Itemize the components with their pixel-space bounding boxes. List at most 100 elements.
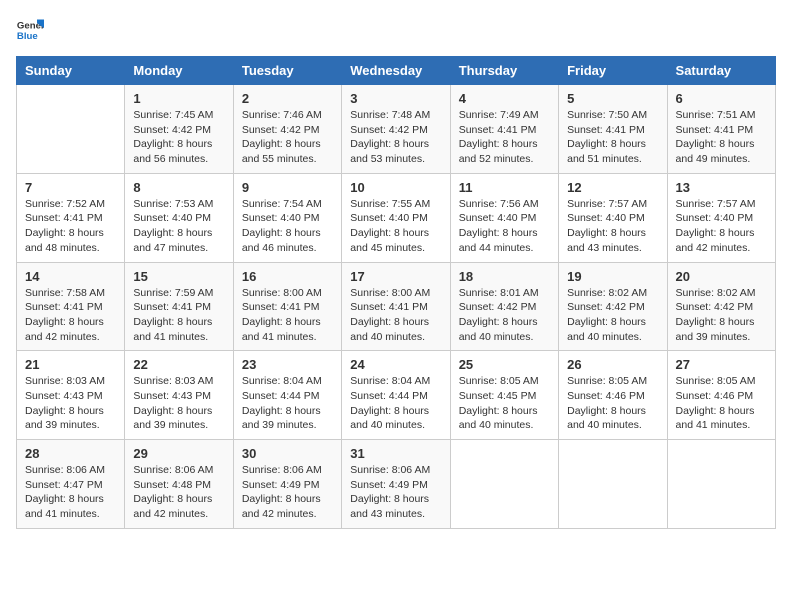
calendar-cell: 12 Sunrise: 7:57 AMSunset: 4:40 PMDayligh… [559,173,667,262]
calendar-cell: 30 Sunrise: 8:06 AMSunset: 4:49 PMDayligh… [233,440,341,529]
cell-info: Sunrise: 7:52 AMSunset: 4:41 PMDaylight:… [25,197,116,256]
day-number: 26 [567,357,658,372]
cell-info: Sunrise: 7:58 AMSunset: 4:41 PMDaylight:… [25,286,116,345]
calendar-cell: 8 Sunrise: 7:53 AMSunset: 4:40 PMDaylight… [125,173,233,262]
col-header-friday: Friday [559,57,667,85]
day-number: 23 [242,357,333,372]
cell-info: Sunrise: 8:03 AMSunset: 4:43 PMDaylight:… [25,374,116,433]
cell-info: Sunrise: 8:06 AMSunset: 4:49 PMDaylight:… [242,463,333,522]
cell-info: Sunrise: 8:01 AMSunset: 4:42 PMDaylight:… [459,286,550,345]
col-header-saturday: Saturday [667,57,775,85]
calendar-cell: 6 Sunrise: 7:51 AMSunset: 4:41 PMDaylight… [667,85,775,174]
col-header-thursday: Thursday [450,57,558,85]
cell-info: Sunrise: 8:03 AMSunset: 4:43 PMDaylight:… [133,374,224,433]
day-number: 17 [350,269,441,284]
cell-info: Sunrise: 7:54 AMSunset: 4:40 PMDaylight:… [242,197,333,256]
cell-info: Sunrise: 8:00 AMSunset: 4:41 PMDaylight:… [242,286,333,345]
cell-info: Sunrise: 7:53 AMSunset: 4:40 PMDaylight:… [133,197,224,256]
col-header-sunday: Sunday [17,57,125,85]
logo-icon: General Blue [16,16,44,44]
day-number: 18 [459,269,550,284]
cell-info: Sunrise: 7:57 AMSunset: 4:40 PMDaylight:… [567,197,658,256]
day-number: 28 [25,446,116,461]
day-number: 12 [567,180,658,195]
day-number: 8 [133,180,224,195]
calendar-cell: 18 Sunrise: 8:01 AMSunset: 4:42 PMDayligh… [450,262,558,351]
cell-info: Sunrise: 7:55 AMSunset: 4:40 PMDaylight:… [350,197,441,256]
day-number: 25 [459,357,550,372]
calendar-cell [450,440,558,529]
cell-info: Sunrise: 8:05 AMSunset: 4:46 PMDaylight:… [567,374,658,433]
cell-info: Sunrise: 8:04 AMSunset: 4:44 PMDaylight:… [242,374,333,433]
day-number: 15 [133,269,224,284]
calendar-week-5: 28 Sunrise: 8:06 AMSunset: 4:47 PMDayligh… [17,440,776,529]
day-number: 4 [459,91,550,106]
calendar-cell: 1 Sunrise: 7:45 AMSunset: 4:42 PMDaylight… [125,85,233,174]
day-number: 30 [242,446,333,461]
calendar-cell: 22 Sunrise: 8:03 AMSunset: 4:43 PMDayligh… [125,351,233,440]
day-number: 7 [25,180,116,195]
col-header-monday: Monday [125,57,233,85]
calendar-cell: 5Sunrise: 7:50 AMSunset: 4:41 PMDaylight… [559,85,667,174]
calendar-cell: 27Sunrise: 8:05 AMSunset: 4:46 PMDayligh… [667,351,775,440]
calendar-cell: 28 Sunrise: 8:06 AMSunset: 4:47 PMDayligh… [17,440,125,529]
calendar-cell: 14 Sunrise: 7:58 AMSunset: 4:41 PMDayligh… [17,262,125,351]
calendar-cell: 3Sunrise: 7:48 AMSunset: 4:42 PMDaylight… [342,85,450,174]
calendar-cell: 24 Sunrise: 8:04 AMSunset: 4:44 PMDayligh… [342,351,450,440]
calendar-cell: 21 Sunrise: 8:03 AMSunset: 4:43 PMDayligh… [17,351,125,440]
calendar-cell: 16Sunrise: 8:00 AMSunset: 4:41 PMDayligh… [233,262,341,351]
cell-info: Sunrise: 8:02 AMSunset: 4:42 PMDaylight:… [676,286,767,345]
calendar-cell: 10 Sunrise: 7:55 AMSunset: 4:40 PMDayligh… [342,173,450,262]
day-number: 31 [350,446,441,461]
day-number: 1 [133,91,224,106]
calendar-cell: 7 Sunrise: 7:52 AMSunset: 4:41 PMDaylight… [17,173,125,262]
col-header-tuesday: Tuesday [233,57,341,85]
cell-info: Sunrise: 7:46 AMSunset: 4:42 PMDaylight:… [242,108,333,167]
cell-info: Sunrise: 8:06 AMSunset: 4:48 PMDaylight:… [133,463,224,522]
calendar-cell: 25Sunrise: 8:05 AMSunset: 4:45 PMDayligh… [450,351,558,440]
calendar-cell: 19 Sunrise: 8:02 AMSunset: 4:42 PMDayligh… [559,262,667,351]
calendar-cell: 2 Sunrise: 7:46 AMSunset: 4:42 PMDaylight… [233,85,341,174]
cell-info: Sunrise: 7:45 AMSunset: 4:42 PMDaylight:… [133,108,224,167]
cell-info: Sunrise: 7:48 AMSunset: 4:42 PMDaylight:… [350,108,441,167]
calendar-week-4: 21 Sunrise: 8:03 AMSunset: 4:43 PMDayligh… [17,351,776,440]
calendar-cell: 11 Sunrise: 7:56 AMSunset: 4:40 PMDayligh… [450,173,558,262]
cell-info: Sunrise: 7:56 AMSunset: 4:40 PMDaylight:… [459,197,550,256]
day-number: 10 [350,180,441,195]
day-number: 22 [133,357,224,372]
day-number: 13 [676,180,767,195]
day-number: 20 [676,269,767,284]
cell-info: Sunrise: 8:00 AMSunset: 4:41 PMDaylight:… [350,286,441,345]
calendar-cell: 26 Sunrise: 8:05 AMSunset: 4:46 PMDayligh… [559,351,667,440]
day-number: 27 [676,357,767,372]
page-header: General Blue [16,16,776,44]
header-row: SundayMondayTuesdayWednesdayThursdayFrid… [17,57,776,85]
cell-info: Sunrise: 7:59 AMSunset: 4:41 PMDaylight:… [133,286,224,345]
day-number: 11 [459,180,550,195]
cell-info: Sunrise: 7:51 AMSunset: 4:41 PMDaylight:… [676,108,767,167]
day-number: 19 [567,269,658,284]
day-number: 21 [25,357,116,372]
col-header-wednesday: Wednesday [342,57,450,85]
day-number: 9 [242,180,333,195]
calendar-week-2: 7 Sunrise: 7:52 AMSunset: 4:41 PMDaylight… [17,173,776,262]
calendar-cell: 4Sunrise: 7:49 AMSunset: 4:41 PMDaylight… [450,85,558,174]
calendar-cell: 31 Sunrise: 8:06 AMSunset: 4:49 PMDayligh… [342,440,450,529]
calendar-cell [667,440,775,529]
cell-info: Sunrise: 8:02 AMSunset: 4:42 PMDaylight:… [567,286,658,345]
svg-text:Blue: Blue [17,31,38,42]
calendar-cell: 13 Sunrise: 7:57 AMSunset: 4:40 PMDayligh… [667,173,775,262]
calendar-cell [17,85,125,174]
day-number: 2 [242,91,333,106]
calendar-cell: 29Sunrise: 8:06 AMSunset: 4:48 PMDayligh… [125,440,233,529]
cell-info: Sunrise: 7:57 AMSunset: 4:40 PMDaylight:… [676,197,767,256]
day-number: 24 [350,357,441,372]
day-number: 6 [676,91,767,106]
cell-info: Sunrise: 8:06 AMSunset: 4:49 PMDaylight:… [350,463,441,522]
calendar-cell: 17 Sunrise: 8:00 AMSunset: 4:41 PMDayligh… [342,262,450,351]
cell-info: Sunrise: 8:04 AMSunset: 4:44 PMDaylight:… [350,374,441,433]
calendar-cell [559,440,667,529]
logo: General Blue [16,16,48,44]
cell-info: Sunrise: 8:06 AMSunset: 4:47 PMDaylight:… [25,463,116,522]
day-number: 14 [25,269,116,284]
